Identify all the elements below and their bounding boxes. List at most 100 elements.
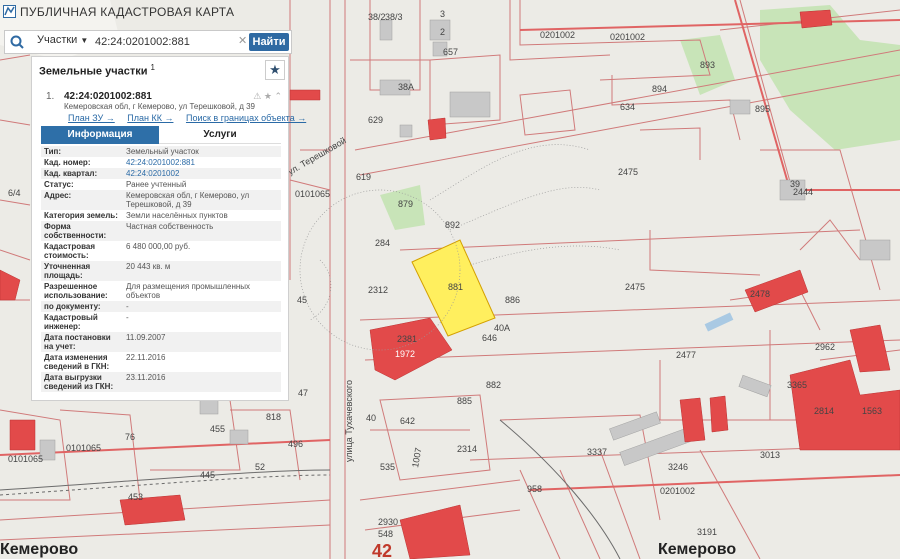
clear-icon[interactable]: ✕	[238, 34, 247, 47]
favorite-star-icon[interactable]: ★	[265, 60, 285, 80]
attribute-row: Категория земель: Земли населённых пункто…	[41, 210, 281, 221]
tab-services[interactable]: Услуги	[159, 126, 281, 144]
parcel-label: 45	[297, 295, 307, 305]
attribute-value: Земельный участок	[123, 146, 281, 157]
attribute-label: Кадастровый инженер:	[44, 313, 98, 331]
road-number: 42	[372, 541, 392, 559]
search-icon[interactable]	[9, 34, 25, 50]
city-label: Кемерово	[0, 541, 78, 558]
chevron-down-icon: ▼	[80, 36, 89, 45]
result-count: 1	[150, 63, 155, 72]
parcel-label: 445	[200, 470, 215, 480]
parcel-label: 3	[440, 9, 445, 19]
collapse-icon[interactable]: ⌃	[274, 91, 282, 101]
parcel-label: 3337	[587, 447, 607, 457]
quarter-label: 0201002	[540, 30, 575, 40]
attribute-row: Дата постановки на учет: 11.09.2007	[41, 332, 281, 352]
plan-zu-link[interactable]: План ЗУ →	[68, 113, 115, 123]
parcel-label: 2475	[625, 282, 645, 292]
parcel-label: 453	[128, 492, 143, 502]
results-panel: Земельные участки 1 ★ 1. 42:24:0201002:8…	[31, 56, 306, 401]
quarter-label: 0101065	[295, 189, 330, 199]
parcel-index: 1.	[46, 91, 55, 102]
parcel-label: 3365	[787, 380, 807, 390]
attribute-row: Уточненная площадь: 20 443 кв. м	[41, 261, 281, 281]
parcel-label: 548	[378, 529, 393, 539]
parcel-label: 38/2	[368, 12, 386, 22]
parcel-label: 642	[400, 416, 415, 426]
attribute-label: Разрешенное использование:	[44, 282, 108, 300]
attribute-value: Ранее учтенный	[126, 180, 187, 189]
attribute-value: 6 480 000,00 руб.	[126, 242, 191, 251]
parcel-label: 619	[356, 172, 371, 182]
parcel-address: Кемеровская обл, г Кемерово, ул Терешков…	[64, 102, 256, 111]
attributes-table: Тип: Земельный участок Кад. номер: 42:24:02…	[41, 146, 281, 392]
attribute-row: Статус: Ранее учтенный	[41, 179, 281, 190]
attribute-label: Кад. номер:	[44, 158, 91, 167]
search-input[interactable]	[95, 34, 235, 50]
parcel-label: 818	[266, 412, 281, 422]
attribute-value: Частная собственность	[123, 221, 281, 241]
parcel-label: 881	[448, 282, 463, 292]
parcel-label: 2814	[814, 406, 834, 416]
parcel-tools[interactable]: ⚠ ★ ⌃	[253, 91, 282, 102]
parcel-label: 879	[398, 199, 413, 209]
parcel-label: 3246	[668, 462, 688, 472]
parcel-label: 284	[375, 238, 390, 248]
attribute-row: Дата выгрузки сведений из ГКН: 23.11.2016	[41, 372, 281, 392]
attribute-value: 22.11.2016	[126, 353, 166, 362]
parcel-label: 2477	[676, 350, 696, 360]
city-label: Кемерово	[658, 541, 736, 558]
parcel-label: 882	[486, 380, 501, 390]
parcel-label: 38/3	[385, 12, 403, 22]
attribute-link[interactable]: 42:24:0201002:881	[126, 158, 195, 167]
tab-information[interactable]: Информация	[41, 126, 159, 144]
quarter-label: 0101065	[66, 443, 101, 453]
parcel-label: 3191	[697, 527, 717, 537]
search-button[interactable]: Найти	[249, 33, 289, 51]
attribute-value: 23.11.2016	[123, 372, 281, 392]
parcel-label: 2478	[750, 289, 770, 299]
attribute-label: по документу:	[41, 301, 123, 312]
parcel-label: 2314	[457, 444, 477, 454]
attribute-row: Дата изменения сведений в ГКН: 22.11.2016	[41, 352, 281, 372]
attribute-value[interactable]: 42:24:0201002:881	[123, 157, 281, 168]
parcel-label: 496	[288, 439, 303, 449]
attribute-label: Адрес:	[41, 190, 123, 210]
parcel-label: 1563	[862, 406, 882, 416]
attribute-value[interactable]: 42:24:0201002	[123, 168, 281, 179]
warning-icon[interactable]: ⚠	[253, 91, 261, 101]
parcel-label: 634	[620, 102, 635, 112]
attribute-value: Земли населённых пунктов	[126, 211, 228, 220]
parcel-label: 76	[125, 432, 135, 442]
panel-heading-text: Земельные участки	[39, 65, 148, 78]
attribute-row: Кад. номер: 42:24:0201002:881	[41, 157, 281, 168]
star-icon[interactable]: ★	[264, 91, 272, 101]
attribute-row: Адрес: Кемеровская обл, г Кемерово, ул Те…	[41, 190, 281, 210]
attribute-row: Тип: Земельный участок	[41, 146, 281, 157]
parcel-label: 535	[380, 462, 395, 472]
attribute-label: Кад. квартал:	[41, 168, 123, 179]
attribute-row: Кадастровый инженер: -	[41, 312, 281, 332]
plan-kk-link[interactable]: План КК →	[127, 113, 173, 123]
parcel-label: 6/4	[8, 188, 21, 198]
parcel-label: 39	[790, 179, 800, 189]
parcel-label: 47	[298, 388, 308, 398]
search-in-bounds-link[interactable]: Поиск в границах объекта →	[186, 113, 306, 123]
parcel-label: 895	[755, 104, 770, 114]
parcel-id: 42:24:0201002:881	[64, 91, 152, 102]
attribute-value: 11.09.2007	[123, 332, 281, 352]
attribute-label: Категория земель:	[44, 211, 118, 220]
search-type-select[interactable]: Участки ▼	[37, 34, 88, 46]
quarter-label: 0201002	[660, 486, 695, 496]
app-title: Публичная кадастровая карта	[0, 0, 234, 24]
attribute-label: Тип:	[41, 146, 123, 157]
parcel-label: 38A	[398, 82, 414, 92]
attribute-value: Кемеровская обл, г Кемерово, ул Терешков…	[123, 190, 281, 210]
attribute-link[interactable]: 42:24:0201002	[126, 169, 179, 178]
parcel-label: 40A	[494, 323, 510, 333]
parcel-links: План ЗУ → План КК → Поиск в границах объ…	[68, 113, 316, 123]
parcel-label: 2962	[815, 342, 835, 352]
parcel-label: 629	[368, 115, 383, 125]
parcel-label: 40	[366, 413, 376, 423]
